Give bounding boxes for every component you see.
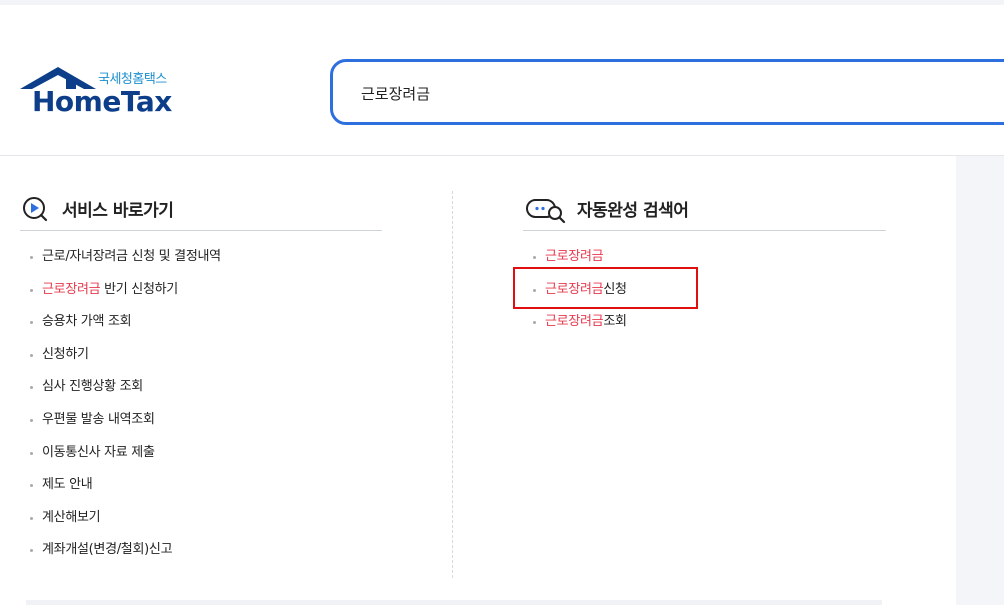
item-text: 계좌개설(변경/철회)신고 [42, 542, 173, 558]
item-text: 반기 신청하기 [100, 281, 178, 297]
logo-title: HomeTax [32, 85, 172, 118]
item-text: 신청하기 [42, 346, 89, 362]
service-link[interactable]: 제도 안내 [20, 469, 382, 502]
item-text: 이동통신사 자료 제출 [42, 444, 155, 460]
services-list: 근로/자녀장려금 신청 및 결정내역근로장려금 반기 신청하기승용차 가액 조회… [20, 241, 382, 567]
item-text: 근로/자녀장려금 신청 및 결정내역 [42, 249, 221, 264]
item-text: 계산해보기 [42, 509, 101, 525]
autocomplete-title: 자동완성 검색어 [577, 201, 689, 221]
column-divider [452, 191, 453, 578]
search-input[interactable] [359, 78, 923, 108]
service-link[interactable]: 신청하기 [20, 339, 382, 372]
service-link[interactable]: 심사 진행상황 조회 [20, 371, 382, 404]
autocomplete-suggestion[interactable]: 근로장려금조회 [523, 306, 886, 339]
item-text: 조회 [603, 314, 627, 330]
hometax-logo[interactable]: 국세청홈택스 HomeTax [18, 65, 188, 125]
autocomplete-header: 자동완성 검색어 [523, 192, 886, 231]
bottom-bar [26, 600, 882, 605]
service-link[interactable]: 계좌개설(변경/철회)신고 [20, 534, 382, 567]
annotation-highlight-box [513, 267, 698, 309]
item-text: 심사 진행상황 조회 [42, 379, 143, 395]
header: 국세청홈택스 HomeTax [0, 5, 1004, 156]
item-text: 우편물 발송 내역조회 [42, 411, 155, 427]
right-gray-panel [956, 156, 1004, 605]
item-text: 승용차 가액 조회 [42, 314, 132, 330]
search-box[interactable] [330, 59, 1004, 125]
service-link[interactable]: 계산해보기 [20, 502, 382, 535]
highlight-text: 근로장려금 [545, 314, 604, 330]
services-title: 서비스 바로가기 [62, 201, 174, 221]
item-text: 제도 안내 [42, 477, 93, 493]
highlight-text: 근로장려금 [545, 249, 604, 264]
service-link[interactable]: 근로장려금 반기 신청하기 [20, 274, 382, 307]
service-link[interactable]: 이동통신사 자료 제출 [20, 437, 382, 470]
highlight-text: 근로장려금 [42, 281, 101, 297]
service-link[interactable]: 승용차 가액 조회 [20, 306, 382, 339]
search-chat-icon [526, 199, 566, 224]
service-link[interactable]: 우편물 발송 내역조회 [20, 404, 382, 437]
service-link[interactable]: 근로/자녀장려금 신청 및 결정내역 [20, 241, 382, 274]
services-header: 서비스 바로가기 [20, 192, 382, 231]
play-circle-icon [23, 197, 48, 222]
